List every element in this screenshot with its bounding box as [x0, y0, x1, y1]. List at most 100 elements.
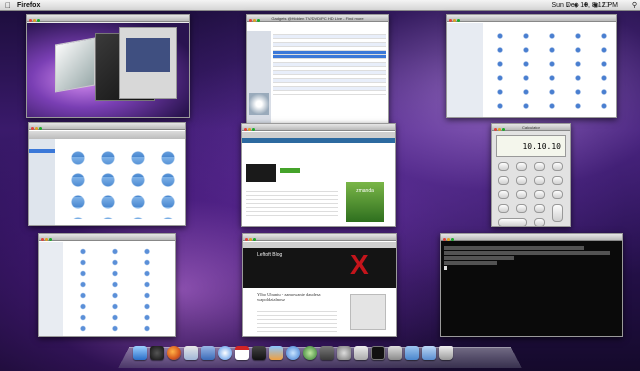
window-firefox-browser[interactable]: zmanda — [241, 123, 396, 227]
window-titlebar[interactable] — [447, 15, 616, 22]
calculator-key[interactable] — [498, 218, 527, 226]
window-itunes[interactable]: Gadgets @Hidden TV/DVD/PC HD Live - Find… — [246, 14, 389, 124]
blog-text-lines — [257, 308, 337, 332]
mail-dock-icon[interactable] — [201, 346, 215, 360]
finder-sidebar[interactable] — [29, 139, 55, 225]
calculator-key[interactable] — [516, 162, 527, 171]
terminal-cursor — [444, 266, 447, 270]
cover-flow-right — [119, 27, 177, 99]
browser-promo-image — [246, 164, 276, 182]
calculator-key[interactable] — [552, 176, 563, 185]
calculator-key[interactable] — [498, 176, 509, 185]
system-preferences-dock-icon[interactable] — [337, 346, 351, 360]
preferences-grid[interactable] — [487, 29, 612, 113]
terminal-line — [444, 251, 611, 255]
spaces-dock-icon[interactable] — [320, 346, 334, 360]
apple-menu-icon[interactable]:  — [5, 0, 11, 11]
photo-booth-dock-icon[interactable] — [252, 346, 266, 360]
window-preferences-list[interactable] — [38, 233, 176, 337]
calculator-content: 10.10.10 — [492, 132, 570, 226]
blog-content: Leftoft Blog X Ylbo Ubuntu - zamowanie d… — [243, 242, 396, 336]
calculator-key[interactable] — [552, 204, 563, 222]
itunes-dock-icon[interactable] — [286, 346, 300, 360]
terminal-dock-icon[interactable] — [371, 346, 385, 360]
calculator-key[interactable] — [516, 176, 527, 185]
banner-text: zmanda — [356, 188, 374, 194]
itunes-artwork — [249, 93, 269, 115]
calculator-key[interactable] — [534, 218, 545, 226]
menubar-clock[interactable]: Sun Dec 10, 8:12 PM — [551, 0, 618, 11]
calculator-key[interactable] — [552, 190, 563, 199]
calculator-dock-icon[interactable] — [354, 346, 368, 360]
preferences-content — [447, 23, 616, 117]
terminal-content[interactable] — [441, 242, 622, 336]
blog-header-x-logo: X — [350, 249, 369, 280]
browser-header-bar — [242, 138, 395, 143]
calculator-key[interactable] — [516, 204, 527, 213]
browser-banner: zmanda — [346, 182, 384, 222]
window-calculator[interactable]: Calculator 10.10.10 — [491, 123, 571, 227]
blog-header: Leftoft Blog X — [243, 248, 396, 288]
calculator-key[interactable] — [534, 162, 545, 171]
window-title: Calculator — [521, 125, 540, 130]
calculator-key[interactable] — [534, 204, 545, 213]
calculator-key[interactable] — [516, 190, 527, 199]
menu-bar:  Firefox ♪ ◈ ✦ ◉ ☐ Sun Dec 10, 8:12 PM … — [0, 0, 640, 11]
terminal-line — [444, 256, 514, 260]
trash-dock-icon[interactable] — [439, 346, 453, 360]
calculator-key[interactable] — [534, 190, 545, 199]
firefox-dock-icon[interactable] — [167, 346, 181, 360]
window-titlebar[interactable]: Calculator — [492, 124, 570, 131]
activity-monitor-dock-icon[interactable] — [388, 346, 402, 360]
browser-text-lines — [246, 188, 338, 222]
downloads-stack-dock-icon[interactable] — [422, 346, 436, 360]
calendar-dock-icon[interactable] — [235, 346, 249, 360]
calculator-key[interactable] — [534, 176, 545, 185]
calculator-key[interactable] — [498, 204, 509, 213]
window-title: Gadgets @Hidden TV/DVD/PC HD Live - Find… — [271, 16, 364, 21]
calculator-key[interactable] — [498, 190, 509, 199]
dashboard-dock-icon[interactable] — [150, 346, 164, 360]
window-media-viewer[interactable] — [26, 14, 190, 118]
iphoto-dock-icon[interactable] — [269, 346, 283, 360]
preferences-list-sidebar — [39, 242, 63, 336]
window-finder[interactable] — [28, 122, 186, 226]
window-titlebar[interactable]: Gadgets @Hidden TV/DVD/PC HD Live - Find… — [247, 15, 388, 22]
finder-toolbar — [29, 131, 185, 139]
itunes-track-list[interactable] — [273, 31, 386, 121]
window-titlebar[interactable] — [243, 234, 396, 241]
itunes-content — [247, 23, 388, 123]
window-titlebar[interactable] — [27, 15, 189, 22]
finder-icon-grid[interactable] — [63, 147, 179, 219]
window-titlebar[interactable] — [39, 234, 175, 241]
calculator-display-value: 10.10.10 — [522, 142, 561, 151]
blog-sidebar-widget — [350, 294, 386, 330]
terminal-line — [444, 246, 584, 250]
window-blog-browser[interactable]: Leftoft Blog X Ylbo Ubuntu - zamowanie d… — [242, 233, 397, 337]
window-titlebar[interactable] — [29, 123, 185, 130]
finder-content — [29, 131, 185, 225]
finder-dock-icon[interactable] — [133, 346, 147, 360]
media-viewer-content — [27, 23, 189, 117]
time-machine-dock-icon[interactable] — [303, 346, 317, 360]
window-system-preferences[interactable] — [446, 14, 617, 118]
cover-flow-3d — [55, 37, 95, 93]
blog-heading[interactable]: Ylbo Ubuntu - zamowanie daudesa wapoldzi… — [257, 292, 337, 302]
safari-dock-icon[interactable] — [218, 346, 232, 360]
app-menu-firefox[interactable]: Firefox — [17, 0, 40, 11]
documents-stack-dock-icon[interactable] — [405, 346, 419, 360]
window-titlebar[interactable] — [441, 234, 622, 241]
calculator-display: 10.10.10 — [496, 135, 566, 157]
preferences-sidebar — [447, 23, 483, 117]
calculator-key[interactable] — [498, 162, 509, 171]
calculator-key[interactable] — [552, 162, 563, 171]
browser-promo-green-button[interactable] — [280, 168, 300, 173]
window-terminal[interactable] — [440, 233, 623, 337]
terminal-line — [444, 261, 497, 265]
preview-dock-icon[interactable] — [184, 346, 198, 360]
browser-content: zmanda — [242, 132, 395, 226]
preferences-list-icons[interactable] — [67, 246, 171, 332]
spotlight-icon[interactable]: ⚲ — [632, 0, 637, 11]
dock — [133, 346, 453, 364]
window-titlebar[interactable] — [242, 124, 395, 131]
